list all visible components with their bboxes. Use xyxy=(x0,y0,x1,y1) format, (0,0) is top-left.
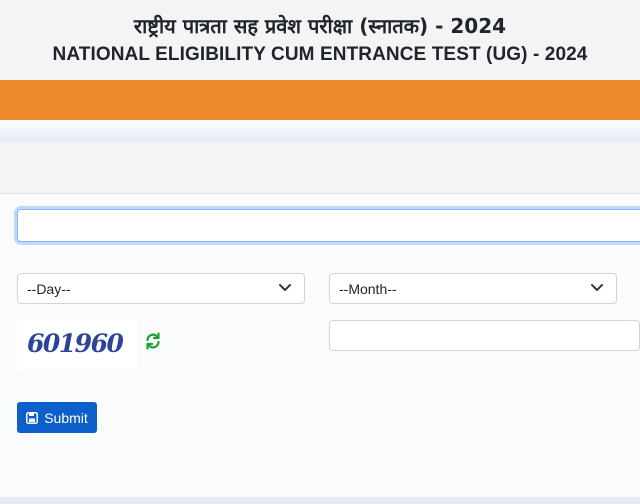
page-header: राष्ट्रीय पात्रता सह प्रवेश परीक्षा (स्न… xyxy=(0,0,640,80)
chevron-down-icon xyxy=(279,284,291,291)
dob-day-value: --Day-- xyxy=(27,281,71,297)
page-title-hindi: राष्ट्रीय पात्रता सह प्रवेश परीक्षा (स्न… xyxy=(133,14,507,38)
submit-label: Submit xyxy=(44,409,88,426)
chevron-down-icon xyxy=(591,284,603,291)
card-header xyxy=(0,142,640,194)
captcha-image: 601960 xyxy=(17,320,137,369)
refresh-icon[interactable] xyxy=(144,332,162,350)
captcha-text: 601960 xyxy=(27,329,124,358)
dob-day-select[interactable]: --Day-- xyxy=(17,273,305,304)
submit-button[interactable]: Submit xyxy=(17,402,97,433)
dob-month-value: --Month-- xyxy=(339,281,397,297)
dob-month-select[interactable]: --Month-- xyxy=(329,273,617,304)
application-number-input[interactable] xyxy=(17,209,640,242)
captcha-input[interactable] xyxy=(329,320,640,351)
orange-banner xyxy=(0,80,640,120)
save-icon xyxy=(26,411,39,424)
page-title-english: NATIONAL ELIGIBILITY CUM ENTRANCE TEST (… xyxy=(52,44,588,65)
gradient-divider xyxy=(0,120,640,142)
